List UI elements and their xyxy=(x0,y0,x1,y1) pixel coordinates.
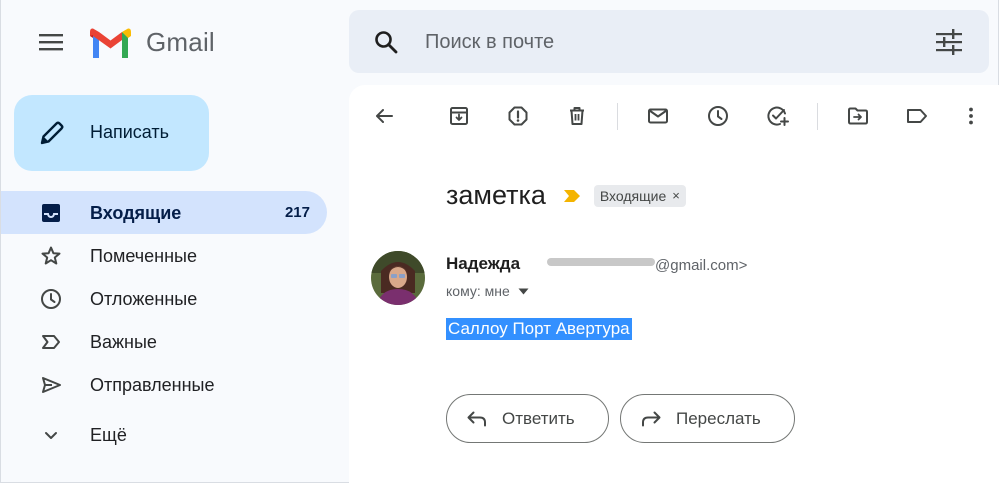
remove-label-button[interactable]: × xyxy=(672,188,680,203)
redacted-email xyxy=(547,258,655,266)
sidebar-item-inbox[interactable]: Входящие 217 xyxy=(1,191,327,234)
main-menu-button[interactable] xyxy=(38,31,64,53)
label-icon[interactable] xyxy=(905,104,929,128)
search-icon[interactable] xyxy=(373,29,399,55)
sender-name: Надежда xyxy=(446,254,521,273)
sidebar-item-snoozed[interactable]: Отложенные xyxy=(1,277,327,320)
compose-button[interactable]: Написать xyxy=(14,95,209,171)
back-arrow-icon[interactable] xyxy=(372,104,396,128)
sidebar-item-label: Помеченные xyxy=(90,246,197,266)
message-view: заметка Входящие × Надежда @gmail.com> к… xyxy=(349,85,999,483)
reply-icon xyxy=(467,411,486,426)
search-input[interactable] xyxy=(425,29,905,55)
star-icon xyxy=(41,246,61,265)
pencil-icon xyxy=(40,121,64,145)
important-marker-icon[interactable] xyxy=(563,189,581,203)
message-body: Саллоу Порт Авертура xyxy=(446,318,632,340)
sidebar-item-starred[interactable]: Помеченные xyxy=(1,234,327,277)
clock-icon xyxy=(41,289,61,309)
forward-icon xyxy=(642,411,661,426)
gmail-logo[interactable]: Gmail xyxy=(90,26,215,58)
sidebar-item-label: Ещё xyxy=(90,425,127,445)
mark-unread-icon[interactable] xyxy=(646,104,670,128)
unread-count: 217 xyxy=(284,204,310,221)
move-to-icon[interactable] xyxy=(846,104,870,128)
reply-label: Ответить xyxy=(502,408,575,428)
sidebar-item-label: Отложенные xyxy=(90,289,198,309)
sender-email: @gmail.com> xyxy=(655,257,748,274)
toolbar-divider xyxy=(617,103,618,130)
report-spam-icon[interactable] xyxy=(506,104,530,128)
more-vert-icon[interactable] xyxy=(959,104,983,128)
search-options-icon[interactable] xyxy=(935,29,963,55)
recipient-text: кому: мне xyxy=(446,283,510,299)
forward-label: Переслать xyxy=(676,408,761,428)
sidebar-item-important[interactable]: Важные xyxy=(1,320,327,363)
compose-label: Написать xyxy=(90,122,170,142)
sidebar-item-label: Важные xyxy=(90,332,157,352)
avatar[interactable] xyxy=(371,251,425,305)
hamburger-icon xyxy=(39,34,63,51)
toolbar-divider xyxy=(817,103,818,130)
message-subject-row: заметка Входящие × xyxy=(446,180,686,211)
inbox-icon xyxy=(42,204,60,222)
sender-photo xyxy=(371,251,425,305)
delete-icon[interactable] xyxy=(565,104,589,128)
gmail-m-icon xyxy=(90,27,131,58)
sidebar-item-sent[interactable]: Отправленные xyxy=(1,363,327,406)
message-subject: заметка xyxy=(446,180,546,210)
send-icon xyxy=(42,377,61,393)
snooze-icon[interactable] xyxy=(706,104,730,128)
app-title: Gmail xyxy=(146,27,215,57)
forward-button[interactable]: Переслать xyxy=(620,394,795,443)
inbox-label-chip: Входящие × xyxy=(593,184,686,207)
sidebar-nav: Входящие 217 Помеченные Отложенные Важны… xyxy=(1,191,327,456)
sidebar-item-label: Входящие xyxy=(90,203,182,223)
sidebar-item-label: Отправленные xyxy=(90,375,215,395)
important-icon xyxy=(42,335,60,349)
add-to-tasks-icon[interactable] xyxy=(765,104,789,128)
label-chip-text: Входящие xyxy=(599,187,667,204)
reply-button[interactable]: Ответить xyxy=(446,394,609,443)
caret-down-icon xyxy=(518,288,529,294)
recipient-details-toggle[interactable]: кому: мне xyxy=(446,283,529,299)
archive-icon[interactable] xyxy=(447,104,471,128)
sidebar-item-more[interactable]: Ещё xyxy=(1,413,327,456)
search-bar[interactable] xyxy=(349,10,989,73)
chevron-down-icon xyxy=(45,432,57,439)
